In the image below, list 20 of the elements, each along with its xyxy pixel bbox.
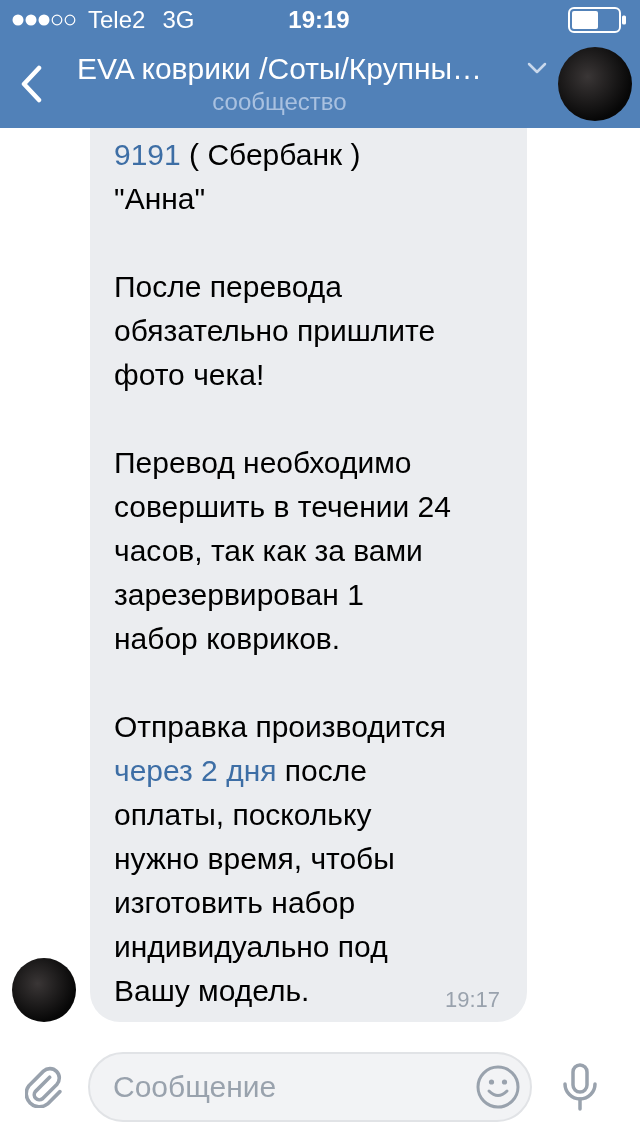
battery-icon bbox=[568, 7, 626, 33]
chat-title[interactable]: EVA коврики /Соты/Крупны… bbox=[76, 51, 483, 87]
message-text: Перевод необходимо совершить в течении 24 часов, так как за вами зарезервирован 1 набор ковриков. bbox=[114, 445, 451, 657]
message-link[interactable]: через 2 дня bbox=[114, 754, 277, 787]
message-text: После перевода обязательно пришлите фото чека! bbox=[114, 269, 436, 393]
message-input[interactable]: Сообщение bbox=[88, 1052, 532, 1122]
message-text: Отправка производится через 2 дня после оплаты, поскольку нужно время, чтобы изготовить набор индивидуально под Вашу модель. bbox=[114, 709, 447, 1009]
message-link[interactable]: 9191 bbox=[114, 138, 181, 171]
chat-subtitle: сообщество bbox=[212, 87, 347, 117]
clock-time: 19:19 bbox=[288, 6, 350, 34]
network-type: 3G bbox=[162, 6, 195, 34]
back-icon[interactable] bbox=[20, 65, 42, 103]
carrier-name: Tele2 bbox=[88, 6, 146, 34]
signal-strength-icon bbox=[12, 14, 76, 26]
smiley-icon[interactable] bbox=[476, 1065, 520, 1109]
chevron-down-icon[interactable] bbox=[527, 62, 547, 74]
message-text: 9191 ( Сбербанк ) "Анна" bbox=[114, 137, 361, 217]
microphone-icon[interactable] bbox=[562, 1063, 598, 1111]
paperclip-icon[interactable] bbox=[25, 1066, 63, 1108]
message-time: 19:17 bbox=[444, 986, 501, 1013]
